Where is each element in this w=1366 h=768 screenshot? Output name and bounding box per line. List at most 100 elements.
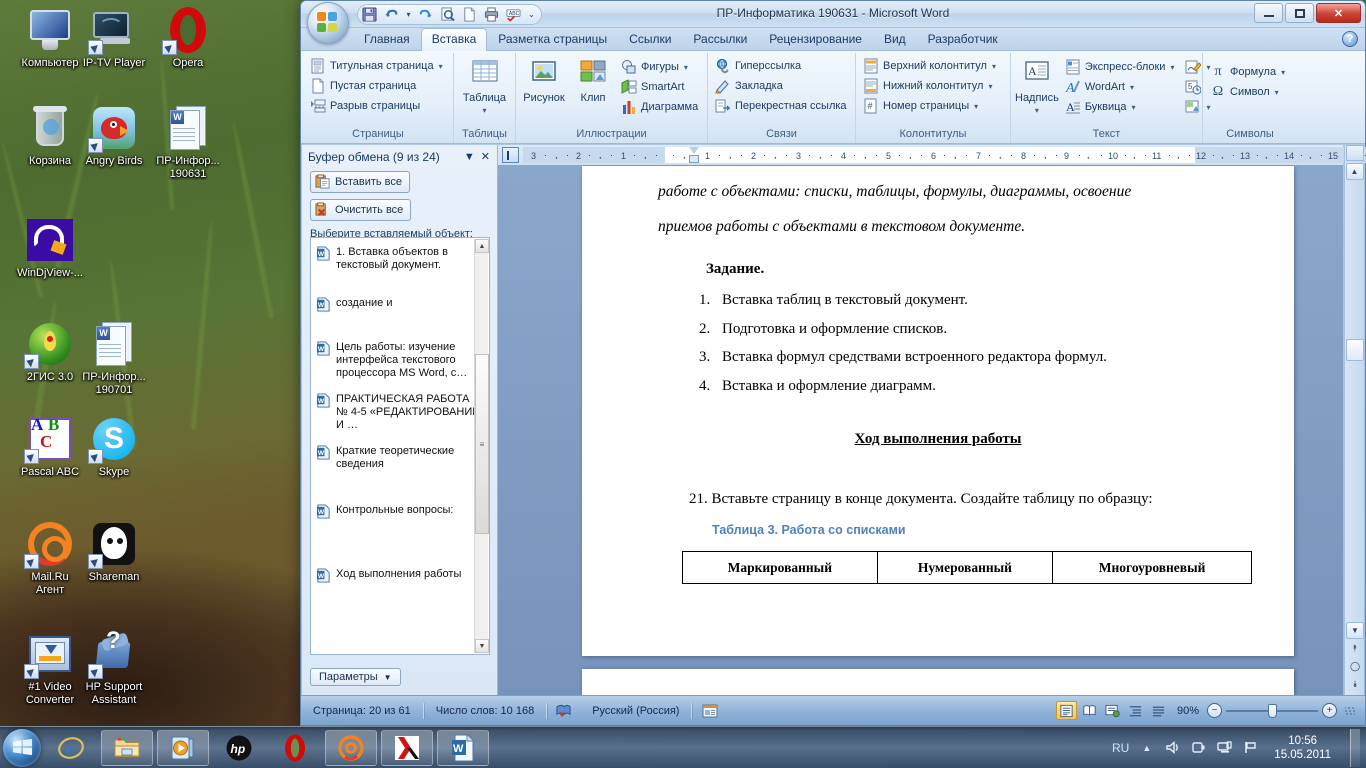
- show-desktop-button[interactable]: [1350, 728, 1360, 767]
- document-table[interactable]: Маркированный Нумерованный Многоуровневы…: [682, 551, 1252, 584]
- tab-stop-selector[interactable]: [502, 147, 519, 163]
- redo-icon[interactable]: [416, 5, 435, 24]
- clipboard-item[interactable]: W Краткие теоретические сведения: [311, 437, 489, 476]
- taskbar-button-kaspersky[interactable]: [381, 729, 433, 766]
- print-icon[interactable]: [482, 5, 501, 24]
- print-preview-icon[interactable]: [438, 5, 457, 24]
- spelling-icon[interactable]: ABC: [504, 5, 523, 24]
- taskbar-button-hp[interactable]: hp: [213, 730, 265, 766]
- clip-art-button[interactable]: Клип: [571, 57, 615, 104]
- tab-page-layout[interactable]: Разметка страницы: [487, 29, 618, 51]
- next-page-icon[interactable]: ⯯: [1346, 675, 1364, 693]
- save-icon[interactable]: [360, 5, 379, 24]
- scrollbar-thumb[interactable]: ≡: [475, 354, 489, 534]
- chevron-down-icon[interactable]: ▾: [1035, 105, 1039, 117]
- clipboard-item[interactable]: W Цель работы: изучение интерфейса текст…: [311, 317, 489, 385]
- undo-dropdown-icon[interactable]: ▾: [404, 5, 413, 24]
- power-icon[interactable]: [1190, 739, 1207, 756]
- desktop-icon-shareman[interactable]: Shareman: [66, 520, 162, 584]
- chevron-down-icon[interactable]: ▾: [992, 59, 996, 74]
- desktop-icon-document-190701[interactable]: W ПР-Инфор... 190701: [66, 320, 162, 397]
- taskbar-button-opera[interactable]: [269, 730, 321, 766]
- web-layout-view-button[interactable]: [1102, 701, 1123, 720]
- smartart-button[interactable]: SmartArt: [618, 78, 701, 96]
- chevron-down-icon[interactable]: ▾: [1275, 85, 1279, 100]
- taskbar[interactable]: e hp W RU ▲ 10:56 15.05.2011: [0, 726, 1366, 768]
- first-line-indent-marker[interactable]: [689, 147, 699, 154]
- table-button[interactable]: Таблица ▾: [458, 57, 511, 117]
- flag-icon[interactable]: [1242, 739, 1259, 756]
- chevron-down-icon[interactable]: ▾: [1130, 80, 1134, 95]
- clipboard-item[interactable]: W создание и: [311, 277, 489, 317]
- word-window[interactable]: ПР-Информатика 190631 - Microsoft Word ✕…: [300, 0, 1366, 768]
- outline-view-button[interactable]: [1125, 701, 1146, 720]
- quick-access-toolbar[interactable]: ▾ ABC ⌄: [357, 4, 542, 25]
- clipboard-task-pane[interactable]: Буфер обмена (9 из 24) ▼ ✕ Вставить все …: [302, 145, 498, 697]
- zoom-level-label[interactable]: 90%: [1177, 705, 1203, 717]
- help-icon[interactable]: ?: [1342, 31, 1358, 47]
- zoom-control[interactable]: 90% − +: [1171, 703, 1337, 718]
- chevron-down-icon[interactable]: ▾: [1132, 100, 1136, 115]
- hyperlink-button[interactable]: Гиперссылка: [712, 57, 850, 75]
- document-page[interactable]: работе с объектами: списки, таблицы, фор…: [582, 166, 1294, 656]
- chevron-down-icon[interactable]: ▾: [439, 59, 443, 74]
- blank-page-button[interactable]: Пустая страница: [307, 77, 446, 95]
- zoom-in-button[interactable]: +: [1322, 703, 1337, 718]
- scroll-down-icon[interactable]: ▼: [1346, 622, 1364, 639]
- desktop-icon-windjview[interactable]: WinDjView-...: [2, 216, 98, 280]
- desktop-icon-skype[interactable]: S Skype: [66, 415, 162, 479]
- tab-developer[interactable]: Разработчик: [917, 29, 1009, 51]
- tab-mailings[interactable]: Рассылки: [682, 29, 758, 51]
- word-count-status[interactable]: Число слов: 10 168: [424, 705, 546, 717]
- scroll-down-icon[interactable]: ▼: [475, 639, 489, 653]
- window-controls[interactable]: ✕: [1254, 3, 1361, 23]
- minimize-button[interactable]: [1254, 3, 1283, 23]
- undo-icon[interactable]: [382, 5, 401, 24]
- clipboard-item[interactable]: W 1. Вставка объектов в текстовый докуме…: [311, 238, 489, 277]
- scroll-up-icon[interactable]: ▲: [1345, 163, 1364, 180]
- table-header-cell[interactable]: Нумерованный: [876, 551, 1054, 584]
- table-header-cell[interactable]: Многоуровневый: [1052, 551, 1252, 584]
- select-browse-object-icon[interactable]: ◯: [1346, 657, 1364, 675]
- zoom-out-button[interactable]: −: [1207, 703, 1222, 718]
- header-button[interactable]: Верхний колонтитул ▾: [860, 57, 999, 75]
- ribbon-tab-bar[interactable]: Главная Вставка Разметка страницы Ссылки…: [301, 28, 1365, 52]
- previous-page-icon[interactable]: ⯭: [1346, 639, 1364, 657]
- shapes-button[interactable]: Фигуры ▾: [618, 58, 701, 76]
- vertical-scrollbar[interactable]: ▲ ▼ ⯭ ◯ ⯯: [1344, 145, 1364, 695]
- tab-references[interactable]: Ссылки: [618, 29, 682, 51]
- equation-button[interactable]: π Формула ▾: [1207, 63, 1288, 81]
- clear-all-button[interactable]: Очистить все: [310, 199, 412, 221]
- chart-button[interactable]: Диаграмма: [618, 98, 701, 116]
- clipboard-item[interactable]: W Ход выполнения работы: [311, 524, 489, 588]
- new-document-icon[interactable]: [460, 5, 479, 24]
- document-page-next[interactable]: [582, 669, 1294, 695]
- language-status[interactable]: Русский (Россия): [580, 705, 691, 717]
- footer-button[interactable]: Нижний колонтитул ▾: [860, 77, 999, 95]
- desktop-icon-opera[interactable]: Opera: [140, 6, 236, 70]
- chevron-down-icon[interactable]: ▾: [1281, 65, 1285, 80]
- page-break-button[interactable]: Разрыв страницы: [307, 97, 446, 115]
- proofing-status-icon[interactable]: [547, 703, 580, 718]
- cover-page-button[interactable]: Титульная страница ▾: [307, 57, 446, 75]
- split-window-handle[interactable]: [1345, 145, 1364, 161]
- table-header-cell[interactable]: Маркированный: [682, 551, 878, 584]
- text-box-button[interactable]: A Надпись ▾: [1015, 57, 1059, 117]
- desktop-icon-hp-support[interactable]: ? HP Support Assistant: [66, 629, 162, 707]
- clock[interactable]: 10:56 15.05.2011: [1268, 734, 1337, 762]
- close-button[interactable]: ✕: [1316, 3, 1361, 23]
- language-indicator[interactable]: RU: [1112, 741, 1129, 755]
- bookmark-button[interactable]: Закладка: [712, 77, 850, 95]
- scroll-up-icon[interactable]: ▲: [475, 239, 489, 253]
- network-icon[interactable]: [1216, 739, 1233, 756]
- chevron-down-icon[interactable]: ▾: [1170, 60, 1174, 75]
- zoom-slider-track[interactable]: [1226, 703, 1318, 718]
- taskbar-button-media-player[interactable]: [157, 729, 209, 766]
- macro-record-icon[interactable]: [692, 704, 728, 718]
- print-layout-view-button[interactable]: [1055, 701, 1077, 720]
- zoom-slider-knob[interactable]: [1268, 703, 1277, 718]
- taskbar-button-mailru-agent[interactable]: [325, 729, 377, 766]
- ribbon[interactable]: Титульная страница ▾ Пустая страница Раз…: [301, 51, 1365, 144]
- start-button[interactable]: [3, 728, 41, 767]
- clipboard-item[interactable]: W Контрольные вопросы:: [311, 476, 489, 524]
